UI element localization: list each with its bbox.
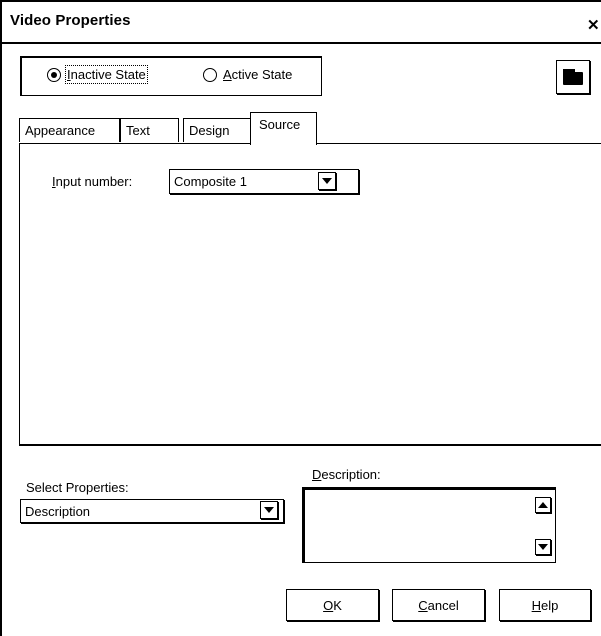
window-border-left bbox=[0, 0, 2, 636]
title-bar[interactable]: Video Properties ✕ bbox=[2, 2, 601, 44]
radio-active-state[interactable]: Active State bbox=[203, 67, 292, 82]
chevron-up-icon bbox=[538, 502, 548, 508]
chevron-down-icon bbox=[322, 178, 332, 184]
dropdown-arrow-button[interactable] bbox=[318, 172, 336, 190]
close-icon[interactable]: ✕ bbox=[587, 16, 600, 34]
select-properties-dropdown[interactable]: Description bbox=[20, 499, 284, 523]
radio-circle-icon bbox=[203, 67, 217, 82]
folder-icon bbox=[563, 69, 583, 85]
cancel-button[interactable]: Cancel bbox=[392, 589, 485, 621]
radio-selected-dot bbox=[51, 71, 57, 78]
description-label: Description: bbox=[312, 467, 381, 482]
input-number-dropdown[interactable]: Composite 1 bbox=[169, 169, 359, 194]
help-button[interactable]: Help bbox=[499, 589, 591, 621]
radio-circle-icon bbox=[47, 67, 61, 82]
chevron-down-icon bbox=[264, 507, 274, 513]
scroll-up-button[interactable] bbox=[535, 497, 551, 513]
source-tab-panel: Input number: Composite 1 bbox=[19, 143, 601, 446]
input-number-label: Input number: bbox=[52, 174, 133, 189]
dropdown-arrow-button[interactable] bbox=[260, 501, 278, 519]
window-title: Video Properties bbox=[10, 12, 131, 29]
ok-button[interactable]: OK bbox=[286, 589, 379, 621]
scroll-down-button[interactable] bbox=[535, 539, 551, 555]
folder-button[interactable] bbox=[556, 60, 590, 94]
video-properties-dialog: Video Properties ✕ Inactive State Active… bbox=[0, 0, 601, 636]
tab-source[interactable]: Source bbox=[250, 112, 317, 145]
state-radio-group: Inactive State Active State bbox=[20, 56, 322, 96]
tab-design[interactable]: Design bbox=[183, 118, 251, 142]
tab-appearance[interactable]: Appearance bbox=[19, 118, 120, 142]
select-properties-label: Select Properties: bbox=[26, 480, 129, 495]
radio-inactive-state[interactable]: Inactive State bbox=[47, 65, 148, 84]
radio-active-label: Active State bbox=[223, 67, 293, 82]
description-textarea[interactable] bbox=[302, 487, 556, 563]
input-number-value: Composite 1 bbox=[174, 174, 247, 189]
chevron-down-icon bbox=[538, 544, 548, 550]
radio-inactive-label: Inactive State bbox=[65, 65, 148, 84]
tab-text[interactable]: Text bbox=[120, 118, 179, 142]
select-properties-value: Description bbox=[25, 504, 91, 519]
